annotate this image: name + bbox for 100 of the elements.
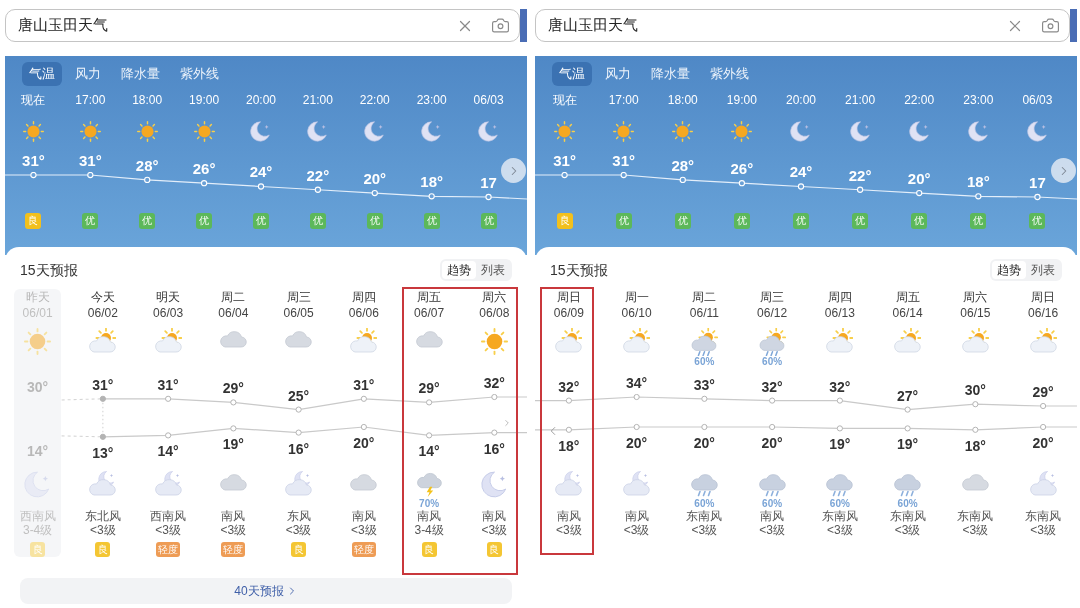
wind-direction-label: 南风 [624, 509, 649, 523]
high-temperature-label: 29° [222, 380, 244, 397]
precipitation-label: 60% [694, 356, 715, 367]
air-quality-badge: 优 [423, 213, 440, 229]
air-quality-badge: 良 [486, 542, 502, 557]
tab[interactable]: 降水量 [644, 62, 697, 86]
sun-rain-cloud-icon [690, 328, 718, 356]
date-label: 06/15 [960, 305, 991, 321]
time-label: 20:00 [785, 92, 816, 108]
wind-level-label: 3-4级 [22, 523, 53, 537]
low-temperature-label: 19° [829, 436, 851, 453]
tab[interactable]: 降水量 [114, 62, 167, 86]
temperature-label: 18° [420, 173, 443, 192]
precipitation-label: 60% [762, 498, 783, 509]
air-quality-badge: 良 [556, 213, 573, 229]
tab[interactable]: 气温 [22, 62, 62, 86]
wind-direction-label: 南风 [417, 509, 442, 523]
sun-icon [672, 120, 694, 142]
tab[interactable]: 风力 [68, 62, 108, 86]
time-label: 23:00 [963, 92, 994, 108]
tab[interactable]: 风力 [598, 62, 638, 86]
high-temperature-label: 29° [1032, 384, 1054, 400]
time-label: 17:00 [75, 92, 106, 108]
tab[interactable]: 紫外线 [173, 62, 226, 86]
search-input[interactable]: 唐山玉田天气 [18, 14, 441, 37]
temperature-label: 18° [966, 173, 990, 192]
crescent-moon-icon [908, 120, 930, 142]
air-quality-badge: 优 [82, 213, 99, 229]
date-label: 06/14 [892, 305, 923, 321]
air-quality-badge: 优 [793, 213, 809, 229]
time-label: 18:00 [667, 92, 698, 108]
weekday-label: 周二 [221, 289, 246, 305]
air-quality-badge: 优 [480, 213, 497, 229]
view-tab[interactable]: 趋势 [442, 261, 476, 279]
view-tab[interactable]: 列表 [1026, 261, 1060, 279]
more-forecast-button[interactable]: 40天预报 [20, 578, 512, 604]
sun-icon [24, 328, 52, 355]
search-input[interactable]: 唐山玉田天气 [548, 14, 991, 37]
time-label: 现在 [21, 92, 46, 108]
tab[interactable]: 紫外线 [703, 62, 756, 86]
wind-direction-label: 南风 [482, 509, 507, 523]
high-temperature-label: 32° [483, 375, 505, 391]
search-field[interactable]: 唐山玉田天气 [535, 9, 1070, 42]
air-quality-badge: 优 [733, 213, 750, 229]
sun-cloud-icon [89, 328, 117, 353]
air-quality-badge: 优 [615, 213, 632, 229]
weekday-label: 周四 [827, 289, 852, 305]
low-temperature-label: 18° [964, 437, 986, 454]
low-temperature-label: 14° [418, 443, 440, 460]
view-tab[interactable]: 列表 [476, 261, 510, 279]
high-temperature-label: 32° [558, 378, 580, 395]
high-temperature-label: 34° [626, 375, 648, 391]
temperature-label: 24° [249, 163, 273, 182]
wind-level-label: <3级 [1030, 523, 1056, 537]
air-quality-badge: 优 [196, 213, 213, 229]
weekday-label: 周日 [1031, 289, 1056, 305]
high-temperature-label: 30° [964, 382, 986, 399]
date-label: 06/10 [621, 305, 652, 321]
cloud-icon [219, 471, 247, 491]
wind-direction-label: 南风 [351, 509, 376, 523]
wind-level-label: <3级 [827, 523, 853, 537]
date-label: 06/12 [757, 305, 788, 321]
next-button[interactable] [1051, 158, 1076, 183]
time-label: 19:00 [189, 92, 220, 108]
weekday-label: 周五 [895, 289, 920, 305]
cloud-icon [285, 328, 313, 348]
date-label: 06/04 [218, 305, 249, 321]
moon-cloud-icon [1029, 471, 1057, 496]
wind-level-label: <3级 [962, 523, 989, 537]
rain-cloud-icon [894, 471, 922, 497]
search-field[interactable]: 唐山玉田天气 [5, 9, 520, 42]
air-quality-badge: 优 [366, 213, 383, 229]
high-temperature-label: 32° [761, 378, 783, 395]
low-temperature-label: 20° [626, 435, 648, 451]
next-button[interactable] [501, 158, 526, 183]
time-label: 18:00 [132, 92, 163, 108]
wind-level-label: <3级 [556, 523, 582, 537]
weekday-label: 明天 [156, 289, 181, 305]
view-tab[interactable]: 趋势 [992, 261, 1026, 279]
forecast-title: 15天预报 [20, 261, 78, 279]
sun-cloud-icon [623, 328, 651, 353]
air-quality-badge: 良 [291, 542, 307, 557]
temperature-label: 26° [730, 160, 754, 179]
date-label: 06/16 [1028, 305, 1059, 321]
date-label: 06/13 [824, 305, 855, 321]
date-label: 06/05 [283, 305, 314, 321]
weekday-label: 周五 [417, 289, 442, 305]
wind-level-label: <3级 [220, 523, 247, 537]
crescent-moon-icon [24, 471, 52, 498]
temperature-label: 28° [671, 156, 695, 175]
weekday-label: 昨天 [25, 289, 50, 305]
wind-direction-label: 南风 [760, 509, 785, 523]
air-quality-badge: 良 [95, 542, 111, 557]
time-label: 20:00 [245, 92, 276, 108]
temperature-label: 22° [848, 166, 872, 185]
rain-cloud-icon [690, 471, 718, 497]
air-quality-badge: 优 [911, 213, 928, 229]
high-temperature-label: 32° [829, 378, 851, 395]
sun-icon [22, 120, 44, 142]
tab[interactable]: 气温 [552, 62, 592, 86]
